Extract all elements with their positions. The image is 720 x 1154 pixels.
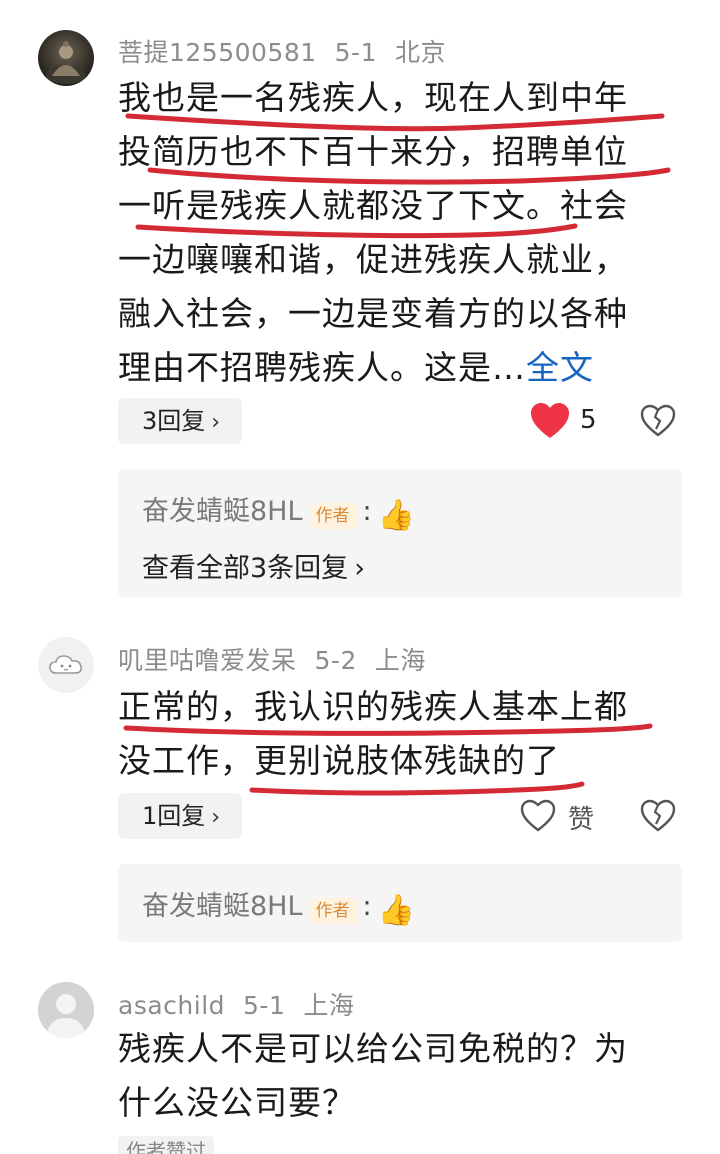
comment-date: 5-1: [334, 38, 377, 67]
see-all-replies-label: 查看全部3条回复: [142, 553, 349, 584]
reply-colon: :: [362, 891, 372, 922]
reply-count: 1回复: [142, 802, 206, 830]
like-label: 赞: [568, 805, 595, 835]
username[interactable]: 叽里咕噜爱发呆: [118, 646, 297, 675]
comment-line-last: 理由不招聘残疾人。这是…全文: [118, 348, 594, 387]
comment-location: 上海: [374, 646, 426, 675]
comment-line: 我也是一名残疾人，现在人到中年: [118, 78, 628, 117]
avatar[interactable]: [38, 637, 94, 693]
replies-button[interactable]: 1回复 ›: [118, 793, 243, 839]
thumbs-up-emoji-icon: 👍: [377, 893, 415, 928]
like-button[interactable]: 赞: [520, 797, 610, 837]
broken-heart-icon: [640, 404, 676, 437]
comment-meta: 菩提125500581 5-1 北京: [118, 33, 446, 69]
comment-list: 菩提125500581 5-1 北京 我也是一名残疾人，现在人到中年 投简历也不下百…: [0, 0, 720, 1154]
comment-line: 一边嚷嚷和谐，促进残疾人就业，: [118, 240, 628, 279]
reply-username[interactable]: 奋发蜻蜓8HL: [142, 496, 303, 527]
author-badge: 作者: [308, 897, 357, 924]
comment-line: 什么没公司要？: [118, 1083, 356, 1122]
reply-preview-line: 奋发蜻蜓8HL 作者: 👍: [142, 489, 415, 533]
dislike-button[interactable]: [640, 799, 676, 835]
comment-date: 5-2: [314, 646, 357, 675]
expand-full-text-link[interactable]: 全文: [526, 348, 594, 387]
comment-location: 北京: [395, 38, 447, 67]
comment-line: 正常的，我认识的残疾人基本上都: [118, 687, 628, 726]
reply-preview-box[interactable]: 奋发蜻蜓8HL 作者: 👍 查看全部3条回复 ›: [118, 469, 682, 597]
comment-line: 融入社会，一边是变着方的以各种: [118, 294, 628, 333]
username[interactable]: asachild: [118, 991, 225, 1020]
username[interactable]: 菩提125500581: [118, 38, 317, 67]
dislike-button[interactable]: [640, 404, 676, 440]
author-badge: 作者: [308, 502, 357, 529]
author-liked-tag: 作者赞过: [118, 1136, 214, 1154]
comment-meta: 叽里咕噜爱发呆 5-2 上海: [118, 641, 426, 677]
see-all-replies-link[interactable]: 查看全部3条回复 ›: [142, 546, 365, 585]
comment-line: 没工作，更别说肢体残缺的了: [118, 741, 560, 780]
replies-button[interactable]: 3回复 ›: [118, 398, 243, 444]
broken-heart-icon: [640, 799, 676, 832]
comment-body: 正常的，我认识的残疾人基本上都 没工作，更别说肢体残缺的了: [118, 680, 678, 788]
comment-line: 残疾人不是可以给公司免税的？为: [118, 1029, 628, 1068]
buddha-avatar-icon: [38, 30, 94, 86]
chevron-right-icon: ›: [211, 805, 221, 830]
like-count: 5: [580, 405, 597, 435]
chevron-right-icon: ›: [211, 410, 221, 435]
like-button[interactable]: 5: [530, 400, 610, 444]
comment-body: 残疾人不是可以给公司免税的？为 什么没公司要？: [118, 1022, 678, 1130]
comment-date: 5-1: [243, 991, 286, 1020]
comment-line: 一听是残疾人就都没了下文。社会: [118, 186, 628, 225]
heart-filled-icon: [531, 403, 569, 438]
comment-line: 投简历也不下百十来分，招聘单位: [118, 132, 628, 171]
reply-username[interactable]: 奋发蜻蜓8HL: [142, 891, 303, 922]
thumbs-up-emoji-icon: 👍: [377, 498, 415, 533]
cloud-avatar-icon: [49, 655, 82, 674]
default-user-avatar-icon: [38, 982, 94, 1038]
comment-body: 我也是一名残疾人，现在人到中年 投简历也不下百十来分，招聘单位 一听是残疾人就都…: [118, 71, 678, 395]
chevron-right-icon: ›: [354, 553, 365, 584]
avatar[interactable]: [38, 982, 94, 1038]
reply-preview-line: 奋发蜻蜓8HL 作者: 👍: [142, 884, 415, 928]
comment-meta: asachild 5-1 上海: [118, 986, 354, 1022]
reply-preview-box[interactable]: 奋发蜻蜓8HL 作者: 👍: [118, 864, 682, 942]
comment-location: 上海: [303, 991, 355, 1020]
heart-outline-icon: [520, 799, 556, 832]
reply-count: 3回复: [142, 407, 206, 435]
author-liked-label: 作者赞过: [118, 1136, 214, 1154]
reply-colon: :: [362, 496, 372, 527]
avatar[interactable]: [38, 30, 94, 86]
